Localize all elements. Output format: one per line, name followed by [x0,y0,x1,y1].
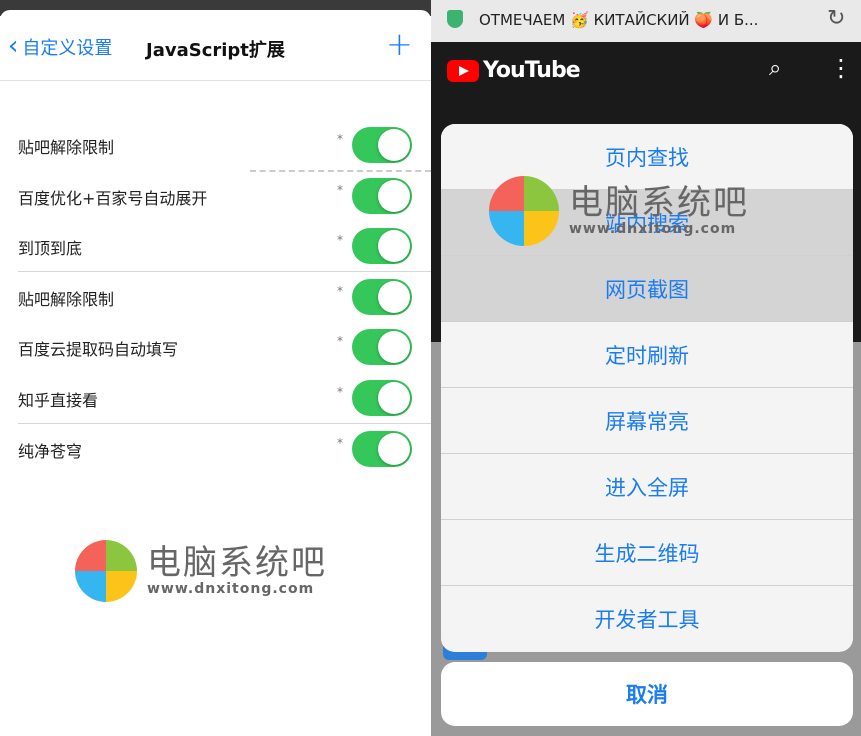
star-marker: * [337,183,343,197]
youtube-play-icon [447,59,479,82]
script-row: 贴吧解除限制 * [0,120,431,170]
script-row: 百度优化+百家号自动展开 * [0,171,431,221]
script-label: 到顶到底 [18,239,83,258]
watermark-url: www.dnxitong.com [147,581,315,597]
page-title: JavaScript扩展 [146,40,285,61]
script-row: 贴吧解除限制 * [0,272,431,322]
menu-item-timed-refresh[interactable]: 定时刷新 [441,322,853,388]
toggle-knob [378,129,410,161]
script-toggle[interactable] [352,178,412,214]
youtube-logo[interactable]: YouTube [447,58,581,83]
toggle-knob [378,281,410,313]
browser-panel: ОТМЕЧАЕМ 🥳 КИТАЙСКИЙ 🍑 И Б... ↻ YouTube … [431,0,861,736]
watermark-name: 电脑系统吧 [569,183,749,223]
watermark-logo-icon [489,176,559,246]
star-marker: * [337,284,343,298]
shield-icon [447,10,463,28]
more-vertical-icon[interactable]: ⋮ [829,54,853,82]
script-row: 知乎直接看 * [0,373,431,423]
settings-panel: ‹ 自定义设置 JavaScript扩展 + 贴吧解除限制 * 百度优化+百家号… [0,0,431,736]
star-marker: * [337,385,343,399]
back-label: 自定义设置 [22,38,113,59]
toggle-knob [378,180,410,212]
star-marker: * [337,233,343,247]
watermark: 电脑系统吧 www.dnxitong.com [489,176,749,246]
menu-item-developer-tools[interactable]: 开发者工具 [441,586,853,651]
script-toggle[interactable] [352,329,412,365]
script-label: 知乎直接看 [18,391,99,410]
script-label: 百度云提取码自动填写 [18,340,179,359]
script-toggle[interactable] [352,127,412,163]
url-bar[interactable]: ОТМЕЧАЕМ 🥳 КИТАЙСКИЙ 🍑 И Б... ↻ [431,0,861,42]
menu-item-keep-screen-on[interactable]: 屏幕常亮 [441,388,853,454]
cancel-button[interactable]: 取消 [441,662,853,726]
watermark-name: 电脑系统吧 [147,543,327,583]
menu-item-qr-code[interactable]: 生成二维码 [441,520,853,586]
star-marker: * [337,436,343,450]
star-marker: * [337,132,343,146]
script-toggle[interactable] [352,431,412,467]
script-row: 纯净苍穹 * [0,424,431,474]
menu-item-fullscreen[interactable]: 进入全屏 [441,454,853,520]
watermark: 电脑系统吧 www.dnxitong.com [75,540,327,602]
script-label: 纯净苍穹 [18,442,83,461]
search-icon[interactable]: ⌕ [769,56,781,81]
script-label: 百度优化+百家号自动展开 [18,189,208,208]
watermark-url: www.dnxitong.com [569,221,737,237]
script-toggle[interactable] [352,228,412,264]
watermark-logo-icon [75,540,137,602]
script-row: 百度云提取码自动填写 * [0,322,431,372]
back-button[interactable]: ‹ 自定义设置 [8,31,113,61]
toggle-knob [378,433,410,465]
script-label: 贴吧解除限制 [18,138,115,157]
menu-item-screenshot[interactable]: 网页截图 [441,256,853,322]
plus-icon[interactable]: + [386,28,413,60]
star-marker: * [337,334,343,348]
youtube-text: YouTube [483,58,581,83]
script-row: 到顶到底 * [0,221,431,271]
script-toggle[interactable] [352,380,412,416]
url-text: ОТМЕЧАЕМ 🥳 КИТАЙСКИЙ 🍑 И Б... [479,11,759,29]
script-toggle[interactable] [352,279,412,315]
toggle-knob [378,382,410,414]
chevron-left-icon: ‹ [8,31,19,61]
reload-icon[interactable]: ↻ [827,6,845,31]
script-label: 贴吧解除限制 [18,290,115,309]
toggle-knob [378,230,410,262]
toggle-knob [378,331,410,363]
nav-bar: ‹ 自定义设置 JavaScript扩展 + [0,16,431,81]
